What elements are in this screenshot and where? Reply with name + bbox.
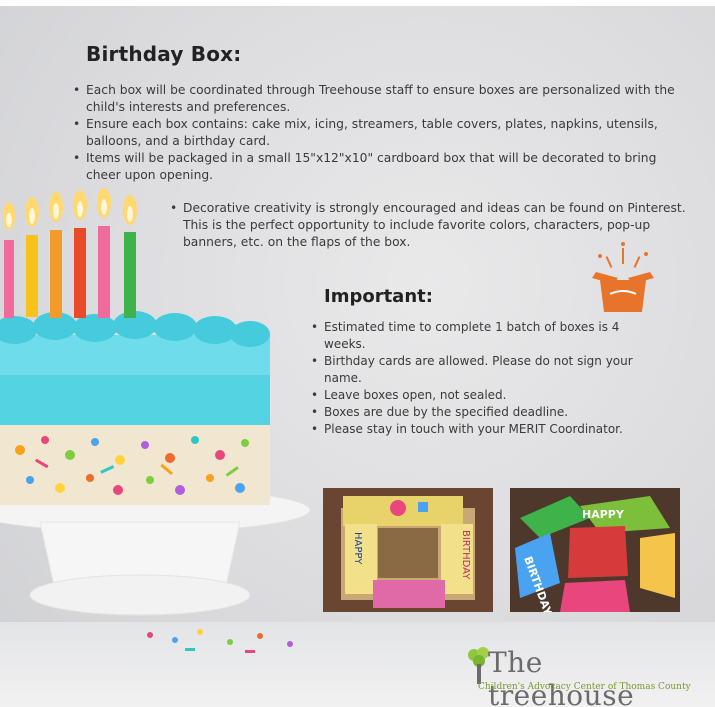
list-item: Boxes are due by the specified deadline. — [310, 404, 662, 421]
important-list: Estimated time to complete 1 batch of bo… — [310, 319, 662, 438]
page-title: Birthday Box: — [86, 42, 242, 66]
photo2-flap-top: HAPPY — [582, 508, 625, 521]
treehouse-logo: The treehouse Children's Advocacy Center… — [466, 646, 691, 707]
list-item: Estimated time to complete 1 batch of bo… — [310, 319, 662, 353]
example-box-photo-1: HAPPY BIRTHDAY — [323, 488, 493, 612]
list-item: Ensure each box contains: cake mix, icin… — [72, 116, 682, 150]
list-item: Each box will be coordinated through Tre… — [72, 82, 682, 116]
gift-box-icon — [592, 242, 654, 312]
logo-tagline: Children's Advocacy Center of Thomas Cou… — [478, 682, 691, 692]
photo1-flap-left: HAPPY — [352, 532, 363, 565]
top-border — [0, 0, 715, 6]
example-box-photo-2: HAPPY BIRTHDAY — [510, 488, 680, 612]
important-heading: Important: — [324, 286, 433, 307]
list-item: Please stay in touch with your MERIT Coo… — [310, 421, 662, 438]
flyer-page: Birthday Box: Each box will be coordinat… — [0, 0, 715, 707]
logo-name: The treehouse — [488, 646, 635, 707]
photo1-flap-right: BIRTHDAY — [460, 530, 471, 580]
list-item: Leave boxes open, not sealed. — [310, 387, 662, 404]
birthday-cake-image — [0, 188, 311, 653]
list-item: Birthday cards are allowed. Please do no… — [310, 353, 662, 387]
